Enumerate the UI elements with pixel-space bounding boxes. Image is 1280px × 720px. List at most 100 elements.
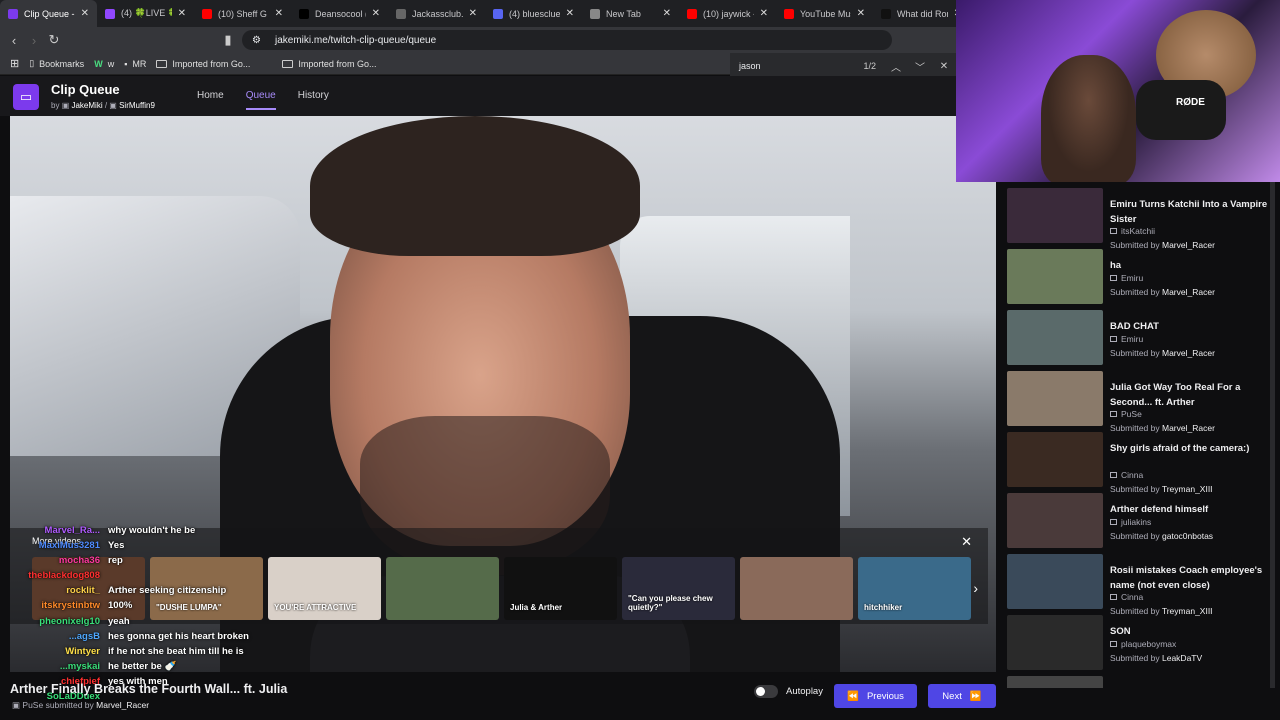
browser-tab[interactable]: (4) bluesclues12 ✕ [485,0,582,27]
app-nav: Home Queue History [197,90,329,110]
queue-item-title: Shy girls afraid of the camera:) [1110,443,1250,454]
queue-thumbnail[interactable] [1007,615,1103,670]
queue-item[interactable]: Rosii mistakes Coach employee's name (no… [1007,554,1272,616]
bookmark-item-bookmarks[interactable]: ▯ Bookmarks [29,58,84,69]
author-link-1[interactable]: JakeMiki [71,101,102,110]
nav-home[interactable]: Home [197,90,224,110]
browser-tab[interactable]: (10) Sheff G - DA ✕ [194,0,291,27]
apps-icon[interactable]: ⊞ [10,57,19,70]
tab-close-icon[interactable]: ✕ [81,8,89,19]
queue-item[interactable]: Shy girls afraid of the camera:) Cinna Sub… [1007,432,1272,494]
find-close-icon[interactable]: ✕ [932,61,956,72]
chat-username: ...agsB [68,630,100,642]
chat-message: yeah [108,615,130,627]
queue-item-title: Emiru Turns Katchii Into a Vampire Siste… [1110,199,1268,225]
tab-close-icon[interactable]: ✕ [566,8,574,19]
queue-item-channel: Emiru [1110,334,1143,344]
tab-close-icon[interactable]: ✕ [372,8,380,19]
more-video-thumbnail[interactable]: "Can you please chew quietly?" [622,557,735,620]
more-video-thumbnail[interactable]: Julia & Arther [504,557,617,620]
folder-icon [282,59,294,68]
bookmark-folder-1[interactable]: Imported from Go... [156,59,250,69]
queue-item[interactable]: Arther defend himself juliakins Submitted … [1007,493,1272,551]
tab-label: Jackassclub.jpg ( [412,8,463,19]
queue-thumbnail[interactable] [1007,432,1103,487]
browser-tab[interactable]: (10) jaywick - You ✕ [679,0,776,27]
browser-tab[interactable]: New Tab ✕ [582,0,679,27]
nav-history[interactable]: History [298,90,329,110]
more-video-thumbnail[interactable] [740,557,853,620]
clip-channel[interactable]: PuSe [22,700,43,710]
queue-thumbnail[interactable] [1007,676,1103,688]
chat-username: pheonixelg10 [39,615,100,627]
clip-queue-logo-icon[interactable]: ▭ [13,84,39,110]
queue-scrollbar[interactable] [1270,182,1275,688]
find-prev-icon[interactable]: ︿ [884,59,908,74]
queue-item[interactable]: BAD CHAT Emiru Submitted by Marvel_Racer [1007,310,1272,368]
queue-thumbnail[interactable] [1007,493,1103,548]
bookmark-item-w[interactable]: Ww [94,59,114,69]
tab-favicon-icon [687,8,697,19]
queue-thumbnail[interactable] [1007,371,1103,426]
browser-tab[interactable]: Clip Queue - ✕ [0,0,97,27]
find-next-icon[interactable]: ﹀ [908,59,932,74]
queue-item[interactable]: Emiru Turns Katchii Into a Vampire Siste… [1007,188,1272,250]
tab-close-icon[interactable]: ✕ [857,8,865,19]
author-link-2[interactable]: SirMuffin9 [119,101,155,110]
channel-icon [1110,594,1117,600]
tab-favicon-icon [881,8,891,19]
queue-thumbnail[interactable] [1007,188,1103,243]
find-input[interactable]: jason [739,61,761,71]
queue-item[interactable]: ha Emiru Submitted by Marvel_Racer [1007,249,1272,307]
chat-line: MaxiMus3281 Yes [8,540,288,555]
next-button[interactable]: Next ⏩ [928,684,996,708]
queue-item[interactable]: SON plaqueboymax Submitted by LeakDaTV [1007,615,1272,673]
more-video-thumbnail[interactable]: hitchhiker [858,557,971,620]
queue-item[interactable]: bnmbmnn [1007,676,1272,688]
bookmark-item-mr[interactable]: ▪ MR [124,59,146,69]
mic-brand: RØDE [1176,97,1205,108]
bookmark-star-icon[interactable]: ▮ [218,32,238,48]
queue-thumbnail[interactable] [1007,554,1103,609]
nav-queue[interactable]: Queue [245,90,276,110]
microphone [1136,80,1226,140]
queue-item-title: ha [1110,260,1122,271]
tab-close-icon[interactable]: ✕ [469,8,477,19]
tab-close-icon[interactable]: ✕ [663,8,671,19]
chat-line: ...myskai he better be 🍼 [8,661,288,676]
streamer [1041,55,1136,182]
queue-thumbnail[interactable] [1007,249,1103,304]
browser-tab[interactable]: (4) 🍀LIVE 🍀HE ✕ [97,0,194,27]
address-bar[interactable]: ⚙ jakemiki.me/twitch-clip-queue/queue [242,30,892,50]
thumbnail-caption: Julia & Arther [510,603,563,612]
back-icon[interactable]: ‹ [4,33,24,48]
twitch-icon: ▣ [109,101,117,110]
forward-icon[interactable]: › [24,33,44,48]
queue-thumbnail[interactable] [1007,310,1103,365]
mr-icon: ▪ [124,58,128,69]
site-info-icon[interactable]: ⚙ [252,35,261,46]
tab-close-icon[interactable]: ✕ [760,8,768,19]
reload-icon[interactable]: ↻ [44,32,64,48]
tab-label: YouTube Music [800,8,851,19]
tab-favicon-icon [590,8,600,19]
tab-label: New Tab [606,8,641,19]
clip-submitter[interactable]: Marvel_Racer [96,700,149,710]
bookmark-folder-2[interactable]: Imported from Go... [282,59,376,69]
close-icon[interactable]: ✕ [961,534,972,550]
chevron-right-icon[interactable]: › [973,580,978,596]
queue-item[interactable]: Julia Got Way Too Real For a Second... f… [1007,371,1272,433]
channel-icon [1110,472,1117,478]
chat-line: theblackdog808 [8,570,288,585]
autoplay-toggle[interactable]: Autoplay [754,685,823,698]
tab-close-icon[interactable]: ✕ [178,8,186,19]
thumbnail-caption: "Can you please chew quietly?" [628,594,713,612]
previous-button[interactable]: ⏪ Previous [834,684,917,708]
browser-tab[interactable]: Deansocool (@D ✕ [291,0,388,27]
queue-item-channel: Cinna [1110,592,1143,602]
browser-tab[interactable]: Jackassclub.jpg ( ✕ [388,0,485,27]
browser-tab[interactable]: YouTube Music ✕ [776,0,873,27]
toggle-switch[interactable] [754,685,778,698]
more-video-thumbnail[interactable] [386,557,499,620]
tab-close-icon[interactable]: ✕ [275,8,283,19]
